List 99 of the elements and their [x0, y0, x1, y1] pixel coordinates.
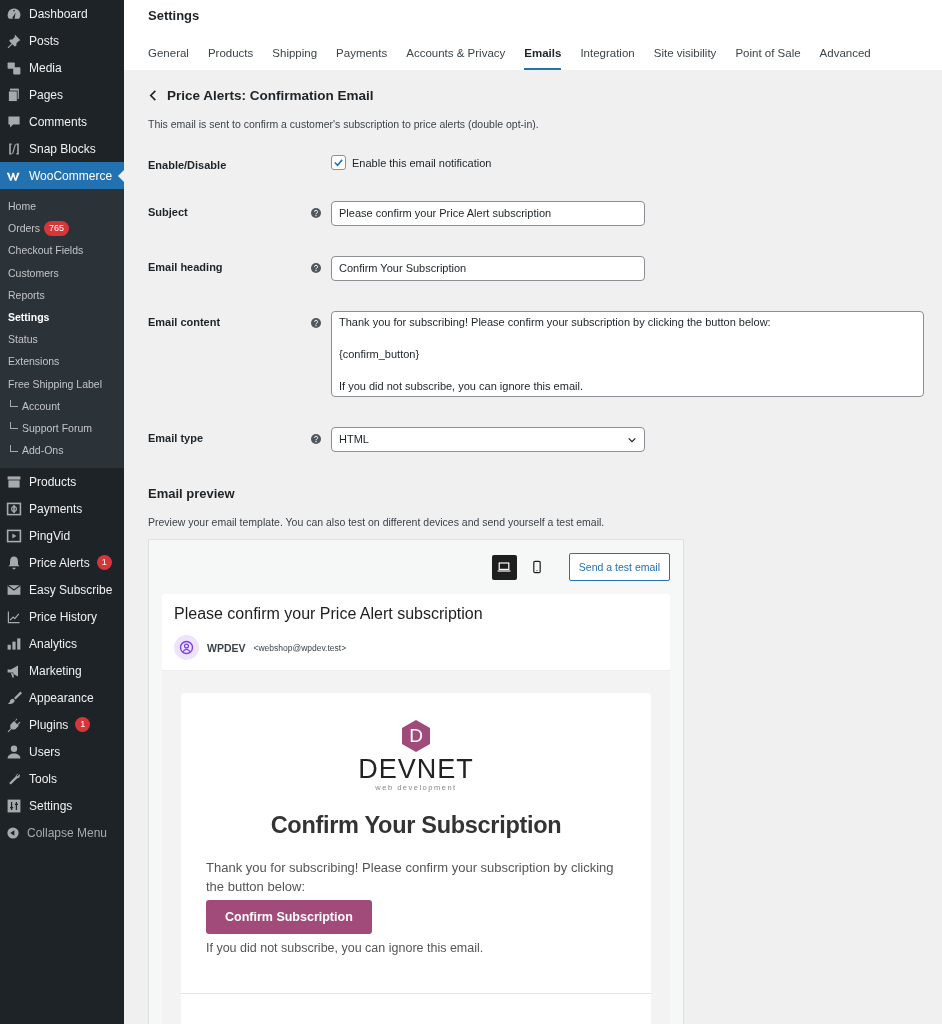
email-heading: Confirm Your Subscription — [270, 812, 562, 839]
help-icon[interactable] — [311, 434, 321, 444]
gauge-icon — [6, 5, 22, 22]
help-icon[interactable] — [311, 263, 321, 273]
pages-icon — [6, 86, 22, 103]
menu-item[interactable]: WooCommerce — [0, 162, 124, 189]
comment-icon — [6, 113, 22, 130]
hexagon-icon — [400, 719, 432, 753]
tab[interactable]: Shipping — [272, 41, 318, 70]
send-test-email-button[interactable]: Send a test email — [568, 553, 670, 581]
money-icon — [6, 500, 22, 517]
logo-letter: D — [409, 726, 423, 746]
textarea-field[interactable]: Thank you for subscribing! Please confirm your subscription by clicking the button below: {confirm_button} If you did not subscribe, you can ignore this email. — [331, 311, 924, 397]
laptop-icon — [496, 559, 513, 575]
count-badge: 765 — [44, 220, 70, 236]
menu-item[interactable]: Payments — [0, 495, 124, 523]
video-icon — [6, 527, 22, 544]
menu-item[interactable]: Pages — [0, 81, 124, 108]
section-description: This email is sent to confirm a customer's subscription to price alerts (double opt-in). — [148, 118, 540, 130]
line-chart-icon — [6, 608, 22, 625]
tab[interactable]: Emails — [524, 41, 562, 70]
menu-item[interactable]: Dashboard — [0, 0, 124, 27]
count-badge: 1 — [96, 555, 112, 571]
submenu-item[interactable]: Status — [0, 328, 124, 351]
field-label: Enable/Disable — [148, 158, 228, 171]
tab[interactable]: Payments — [336, 41, 388, 70]
user-icon — [6, 743, 22, 760]
submenu-item[interactable]: Orders 765 — [0, 217, 124, 240]
input-field[interactable]: Confirm Your Subscription — [331, 256, 645, 281]
count-badge: 1 — [75, 717, 91, 733]
checkbox-label: Enable this email notification — [352, 156, 492, 169]
box-icon — [6, 473, 22, 490]
laptop-button[interactable] — [491, 554, 517, 580]
logo-name: DEVNET — [358, 755, 474, 783]
menu-item[interactable]: Easy Subscribe — [0, 576, 124, 604]
preview-description: Preview your email template. You can also test on different devices and send yourself a test email. — [148, 516, 606, 528]
bell-icon — [6, 554, 22, 571]
field-label: Email heading — [148, 260, 224, 273]
tab[interactable]: General — [148, 41, 189, 70]
check-icon — [333, 157, 344, 168]
tab[interactable]: Advanced — [819, 41, 871, 70]
brush-icon — [6, 689, 22, 706]
tab[interactable]: Accounts & Privacy — [406, 41, 506, 70]
field-label: Email content — [148, 315, 222, 328]
avatar-icon — [174, 635, 199, 660]
submenu-item[interactable]: Add-Ons — [0, 439, 124, 462]
menu-item[interactable]: Plugins 1 — [0, 711, 124, 739]
tab[interactable]: Site visibility — [653, 41, 717, 70]
email-footer-text: If you did not subscribe, you can ignore this email. — [206, 941, 485, 955]
sender-address: <webshop@wpdev.test> — [253, 642, 347, 653]
sliders-icon — [6, 797, 22, 814]
pin-icon — [6, 32, 22, 49]
submenu-item[interactable]: Extensions — [0, 350, 124, 373]
page-title: Settings — [148, 8, 201, 23]
submenu-item[interactable]: Account — [0, 394, 124, 417]
tab[interactable]: Integration — [580, 41, 635, 70]
submenu-item[interactable]: Reports — [0, 283, 124, 306]
menu-item[interactable]: Posts — [0, 27, 124, 54]
email-body: Thank you for subscribing! Please confirm your subscription by clicking the button below: — [206, 859, 615, 896]
email-subject: Please confirm your Price Alert subscription — [174, 605, 484, 623]
select-field[interactable]: HTML — [331, 427, 645, 452]
menu-item[interactable]: Users — [0, 738, 124, 766]
brackets-icon — [6, 140, 22, 157]
menu-item[interactable]: Tools — [0, 765, 124, 793]
field-label: Email type — [148, 431, 205, 444]
media-icon — [6, 59, 22, 76]
menu-item[interactable]: Media — [0, 54, 124, 81]
bar-chart-icon — [6, 635, 22, 652]
menu-item[interactable]: Settings — [0, 792, 124, 820]
menu-item[interactable]: Marketing — [0, 657, 124, 685]
submenu-item[interactable]: Checkout Fields — [0, 239, 124, 262]
section-heading: Price Alerts: Confirmation Email — [167, 88, 374, 103]
submenu-item[interactable]: Free Shipping Label — [0, 372, 124, 395]
sender-name: WPDEV — [207, 641, 246, 654]
collapse-menu-button[interactable]: Collapse Menu — [0, 819, 124, 847]
plug-icon — [6, 716, 22, 733]
submenu-item[interactable]: Settings — [0, 305, 124, 329]
confirm-subscription-button[interactable]: Confirm Subscription — [206, 900, 372, 934]
checkbox[interactable] — [331, 155, 346, 170]
submenu-item[interactable]: Support Forum — [0, 416, 124, 440]
preview-heading: Email preview — [148, 486, 236, 501]
tab[interactable]: Point of Sale — [735, 41, 801, 70]
submenu-item[interactable]: Home — [0, 195, 124, 218]
help-icon[interactable] — [311, 208, 321, 218]
menu-item[interactable]: Analytics — [0, 630, 124, 658]
back-icon[interactable] — [148, 90, 159, 101]
menu-item[interactable]: Price Alerts 1 — [0, 549, 124, 577]
submenu-item[interactable]: Customers — [0, 261, 124, 284]
collapse-icon — [6, 825, 20, 840]
input-field[interactable]: Please confirm your Price Alert subscription — [331, 201, 645, 226]
field-label: Subject — [148, 205, 189, 218]
menu-item[interactable]: Comments — [0, 108, 124, 135]
menu-item[interactable]: Snap Blocks — [0, 135, 124, 162]
tab[interactable]: Products — [207, 41, 254, 70]
menu-item[interactable]: Appearance — [0, 684, 124, 712]
menu-item[interactable]: PingVid — [0, 522, 124, 550]
menu-item[interactable]: Products — [0, 468, 124, 496]
help-icon[interactable] — [311, 318, 321, 328]
menu-item[interactable]: Price History — [0, 603, 124, 631]
